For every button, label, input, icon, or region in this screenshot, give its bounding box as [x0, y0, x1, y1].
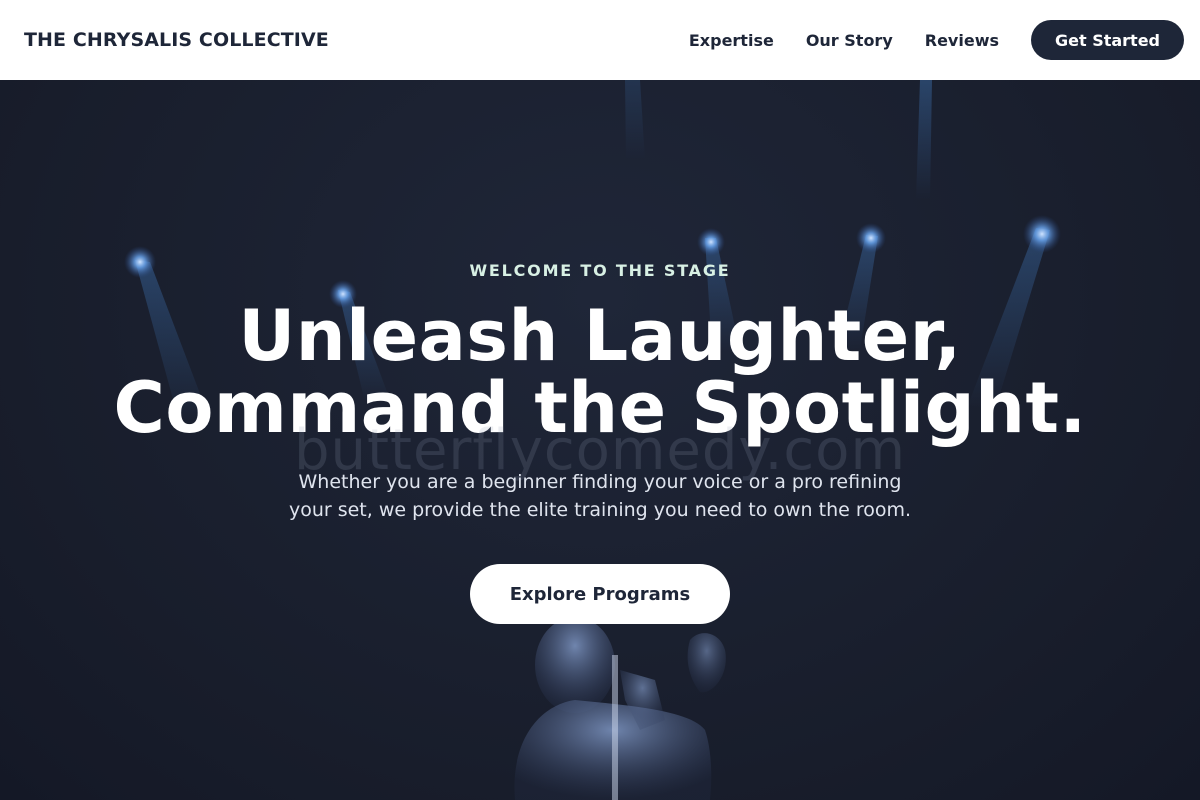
- explore-programs-button[interactable]: Explore Programs: [470, 564, 730, 624]
- subtitle-line-2: your set, we provide the elite training …: [288, 499, 912, 521]
- hero-content: WELCOME TO THE STAGE Unleash Laughter, C…: [0, 80, 1200, 800]
- headline-line-1: Unleash Laughter,: [238, 295, 962, 377]
- nav-link-expertise[interactable]: Expertise: [689, 31, 774, 50]
- get-started-button[interactable]: Get Started: [1031, 20, 1184, 60]
- top-navbar: THE CHRYSALIS COLLECTIVE Expertise Our S…: [0, 0, 1200, 80]
- nav-link-our-story[interactable]: Our Story: [806, 31, 893, 50]
- subtitle-line-1: Whether you are a beginner finding your …: [298, 471, 902, 493]
- hero-subtitle: Whether you are a beginner finding your …: [250, 468, 950, 524]
- nav-link-reviews[interactable]: Reviews: [925, 31, 999, 50]
- hero-eyebrow: WELCOME TO THE STAGE: [469, 261, 731, 280]
- hero-section: WELCOME TO THE STAGE Unleash Laughter, C…: [0, 80, 1200, 800]
- brand-logo[interactable]: THE CHRYSALIS COLLECTIVE: [24, 29, 329, 51]
- nav-links: Expertise Our Story Reviews Get Started: [689, 20, 1184, 60]
